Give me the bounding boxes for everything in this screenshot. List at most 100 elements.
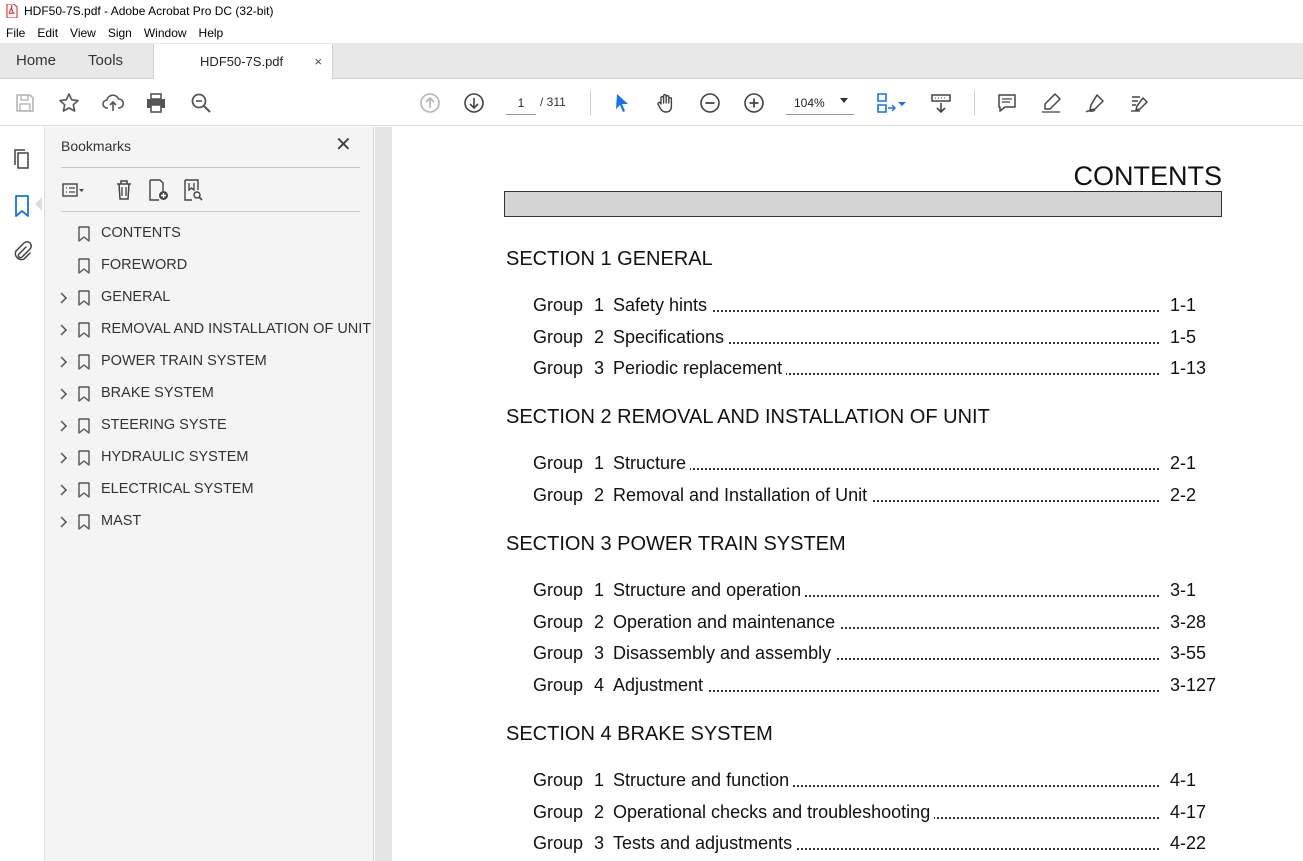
menu-edit[interactable]: Edit	[37, 26, 58, 40]
bookmark-item[interactable]: CONTENTS	[45, 218, 374, 250]
toc-entry[interactable]: Group 1 Safety hints 1-1	[533, 295, 1215, 319]
bookmark-label: CONTENTS	[101, 225, 181, 241]
menu-file[interactable]: File	[6, 26, 25, 40]
bookmark-search-icon[interactable]	[181, 178, 205, 202]
toc-group-number: 2	[594, 801, 605, 822]
bookmark-item[interactable]: POWER TRAIN SYSTEM	[45, 346, 374, 378]
previous-page-icon[interactable]	[418, 91, 442, 115]
toc-group-number: 2	[594, 326, 605, 347]
menu-sign[interactable]: Sign	[108, 26, 132, 40]
toc-entry[interactable]: Group 2 Specifications 1-5	[533, 326, 1215, 351]
toc-entry[interactable]: Group 2 Operational checks and troubleshoo…	[533, 801, 1215, 826]
chevron-down-icon	[840, 98, 848, 103]
close-bookmarks-button[interactable]: ✕	[335, 135, 352, 155]
zoom-level-select[interactable]: 104%	[786, 91, 854, 115]
bookmark-item[interactable]: FOREWORD	[45, 250, 374, 282]
chevron-right-icon[interactable]	[58, 484, 68, 496]
toc-entry-title: Operation and maintenance	[613, 611, 840, 633]
toc-page-number: 3-28	[1170, 611, 1207, 632]
bookmark-options-icon[interactable]	[61, 178, 85, 202]
panel-divider	[61, 167, 360, 168]
toc-entry[interactable]: Group 3 Disassembly and assembly 3-55	[533, 643, 1215, 667]
bookmark-item[interactable]: REMOVAL AND INSTALLATION OF UNIT	[45, 314, 374, 346]
bookmark-item[interactable]: MAST	[45, 506, 374, 538]
delete-bookmark-icon[interactable]	[112, 178, 136, 202]
toc-group-word: Group	[533, 611, 584, 632]
bookmarks-panel: Bookmarks ✕ CONTENTS FOREWORD GENERAL REMOV…	[45, 127, 374, 861]
tab-close-button[interactable]: ×	[314, 54, 322, 69]
toc-entry[interactable]: Group 4 Adjustment 3-127	[533, 674, 1216, 699]
toc-group-number: 1	[594, 453, 605, 473]
zoom-search-icon[interactable]	[189, 91, 213, 115]
next-page-icon[interactable]	[462, 91, 486, 115]
acrobat-window: HDF50-7S.pdf - Adobe Acrobat Pro DC (32-…	[0, 0, 1303, 861]
tab-home[interactable]: Home	[0, 43, 72, 78]
toc-entry-title: Structure and operation	[613, 580, 806, 601]
bookmark-item[interactable]: ELECTRICAL SYSTEM	[45, 474, 374, 506]
toc-group-word: Group	[533, 326, 584, 347]
menu-bar: File Edit View Sign Window Help	[0, 22, 1303, 43]
toc-entry[interactable]: Group 3 Tests and adjustments 4-22	[533, 833, 1215, 857]
tab-document[interactable]: HDF50-7S.pdf ×	[153, 44, 334, 79]
toc-group-word: Group	[533, 643, 584, 663]
scroll-mode-icon[interactable]	[929, 91, 953, 115]
chevron-right-icon[interactable]	[58, 388, 68, 400]
section-heading: SECTION 3 POWER TRAIN SYSTEM	[506, 533, 846, 555]
chevron-right-icon[interactable]	[58, 516, 68, 528]
highlight-pen-icon[interactable]	[1039, 91, 1063, 115]
fit-dropdown-icon[interactable]	[896, 91, 908, 115]
pdf-app-icon	[6, 4, 18, 18]
cloud-upload-icon[interactable]	[101, 91, 125, 115]
fill-sign-icon[interactable]	[1127, 91, 1151, 115]
toc-page-number: 3-55	[1170, 643, 1207, 663]
toc-group-number: 2	[594, 611, 605, 632]
toc-entry[interactable]: Group 1 Structure and operation 3-1	[533, 580, 1215, 604]
bookmark-label: GENERAL	[101, 289, 171, 305]
toc-entry[interactable]: Group 2 Operation and maintenance 3-28	[533, 611, 1215, 636]
fit-page-icon[interactable]	[874, 91, 898, 115]
document-view[interactable]: CONTENTS SECTION 1 GENERAL Group 1 Safety h…	[375, 127, 1303, 861]
toc-entry[interactable]: Group 3 Periodic replacement 1-13	[533, 358, 1215, 382]
attachments-paperclip-icon[interactable]	[10, 240, 34, 264]
toc-entry[interactable]: Group 1 Structure and function 4-1	[533, 770, 1215, 794]
toolbar-divider	[590, 90, 591, 116]
select-cursor-icon[interactable]	[610, 91, 634, 115]
page-thumbnails-icon[interactable]	[10, 148, 34, 172]
print-icon[interactable]	[144, 91, 168, 115]
zoom-in-icon[interactable]	[742, 91, 766, 115]
page-number-input[interactable]: 1	[506, 91, 536, 115]
chevron-right-icon[interactable]	[58, 324, 68, 336]
toc-page-number: 1-1	[1170, 295, 1197, 315]
tab-tools[interactable]: Tools	[72, 43, 139, 78]
save-icon[interactable]	[13, 91, 37, 115]
menu-window[interactable]: Window	[144, 26, 187, 40]
hand-tool-icon[interactable]	[654, 91, 678, 115]
star-icon[interactable]	[57, 91, 81, 115]
toc-entry[interactable]: Group 1 Structure 2-1	[533, 453, 1215, 477]
toc-group-word: Group	[533, 833, 584, 853]
new-bookmark-icon[interactable]	[146, 178, 170, 202]
bookmark-item[interactable]: HYDRAULIC SYSTEM	[45, 442, 374, 474]
chevron-right-icon[interactable]	[58, 452, 68, 464]
toc-entry[interactable]: Group 2 Removal and Installation of Unit 2-…	[533, 484, 1215, 509]
bookmark-item[interactable]: BRAKE SYSTEM	[45, 378, 374, 410]
bookmarks-panel-icon[interactable]	[10, 194, 34, 218]
menu-help[interactable]: Help	[199, 26, 224, 40]
chevron-right-icon[interactable]	[58, 356, 68, 368]
toc-page-number: 4-17	[1170, 801, 1207, 822]
bookmark-item[interactable]: STEERING SYSTE	[45, 410, 374, 442]
toc-group-word: Group	[533, 674, 584, 695]
menu-view[interactable]: View	[70, 26, 96, 40]
toc-group-word: Group	[533, 801, 584, 822]
bookmark-label: BRAKE SYSTEM	[101, 385, 214, 401]
bookmark-label: REMOVAL AND INSTALLATION OF UNIT	[101, 321, 372, 337]
comment-icon[interactable]	[995, 91, 1019, 115]
toc-entry-title: Specifications	[613, 326, 729, 348]
chevron-right-icon[interactable]	[58, 420, 68, 432]
section-heading: SECTION 4 BRAKE SYSTEM	[506, 723, 773, 745]
bookmark-icon	[78, 354, 90, 370]
bookmark-item[interactable]: GENERAL	[45, 282, 374, 314]
draw-pen-icon[interactable]	[1083, 91, 1107, 115]
zoom-out-icon[interactable]	[698, 91, 722, 115]
chevron-right-icon[interactable]	[58, 292, 68, 304]
